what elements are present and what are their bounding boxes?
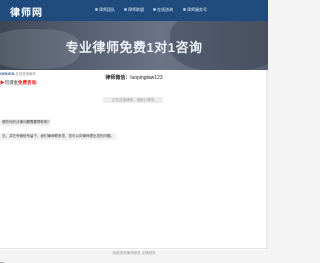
hero-title: 专业律师免费1对1咨询 xyxy=(65,40,203,55)
nav-item-label: 律师联盟 xyxy=(128,7,144,12)
hero-banner: 专业律师免费1对1咨询 xyxy=(0,21,268,70)
divider xyxy=(0,248,268,249)
nav-item-label: 在线咨询 xyxy=(157,7,173,12)
site-logo[interactable]: 律师网 xyxy=(10,4,43,19)
top-navigation-bar: 律师网 律师团队 律师联盟 在线咨询 律师服务号 xyxy=(0,0,268,21)
nav-item-label: 律师服务号 xyxy=(187,7,207,12)
system-message: 正在连接律师，请耐心等待 xyxy=(103,97,163,103)
nav-item-team[interactable]: 律师团队 xyxy=(95,7,115,13)
chat-panel: ORNDS 在线咨询律师 ▶何谓金免费咨询: 律师微信：luopingtaw12… xyxy=(0,70,268,263)
chat-message: 哪些你的法律问题需要帮助呢? xyxy=(0,119,52,126)
chat-title-value[interactable]: luopingtaw123 xyxy=(130,75,162,81)
service-icon xyxy=(183,8,186,12)
alliance-icon xyxy=(124,8,127,12)
chat-title-label: 律师微信： xyxy=(105,75,131,81)
chat-scrollbar[interactable] xyxy=(266,70,268,250)
chat-message: 式，并在号微信号留下，我们律师联系您，您可以向律师提出您的问题。 xyxy=(0,133,116,140)
nav-item-service[interactable]: 律师服务号 xyxy=(183,7,207,13)
consult-icon xyxy=(153,8,156,12)
footer-text: 网络咨询律师服务 法律服务 xyxy=(112,251,156,255)
chat-title: 律师微信：luopingtaw123 xyxy=(0,74,268,81)
team-icon xyxy=(95,8,98,12)
nav-item-label: 律师团队 xyxy=(99,7,115,12)
nav-item-consult[interactable]: 在线咨询 xyxy=(153,7,173,13)
nav-item-alliance[interactable]: 律师联盟 xyxy=(124,7,144,13)
